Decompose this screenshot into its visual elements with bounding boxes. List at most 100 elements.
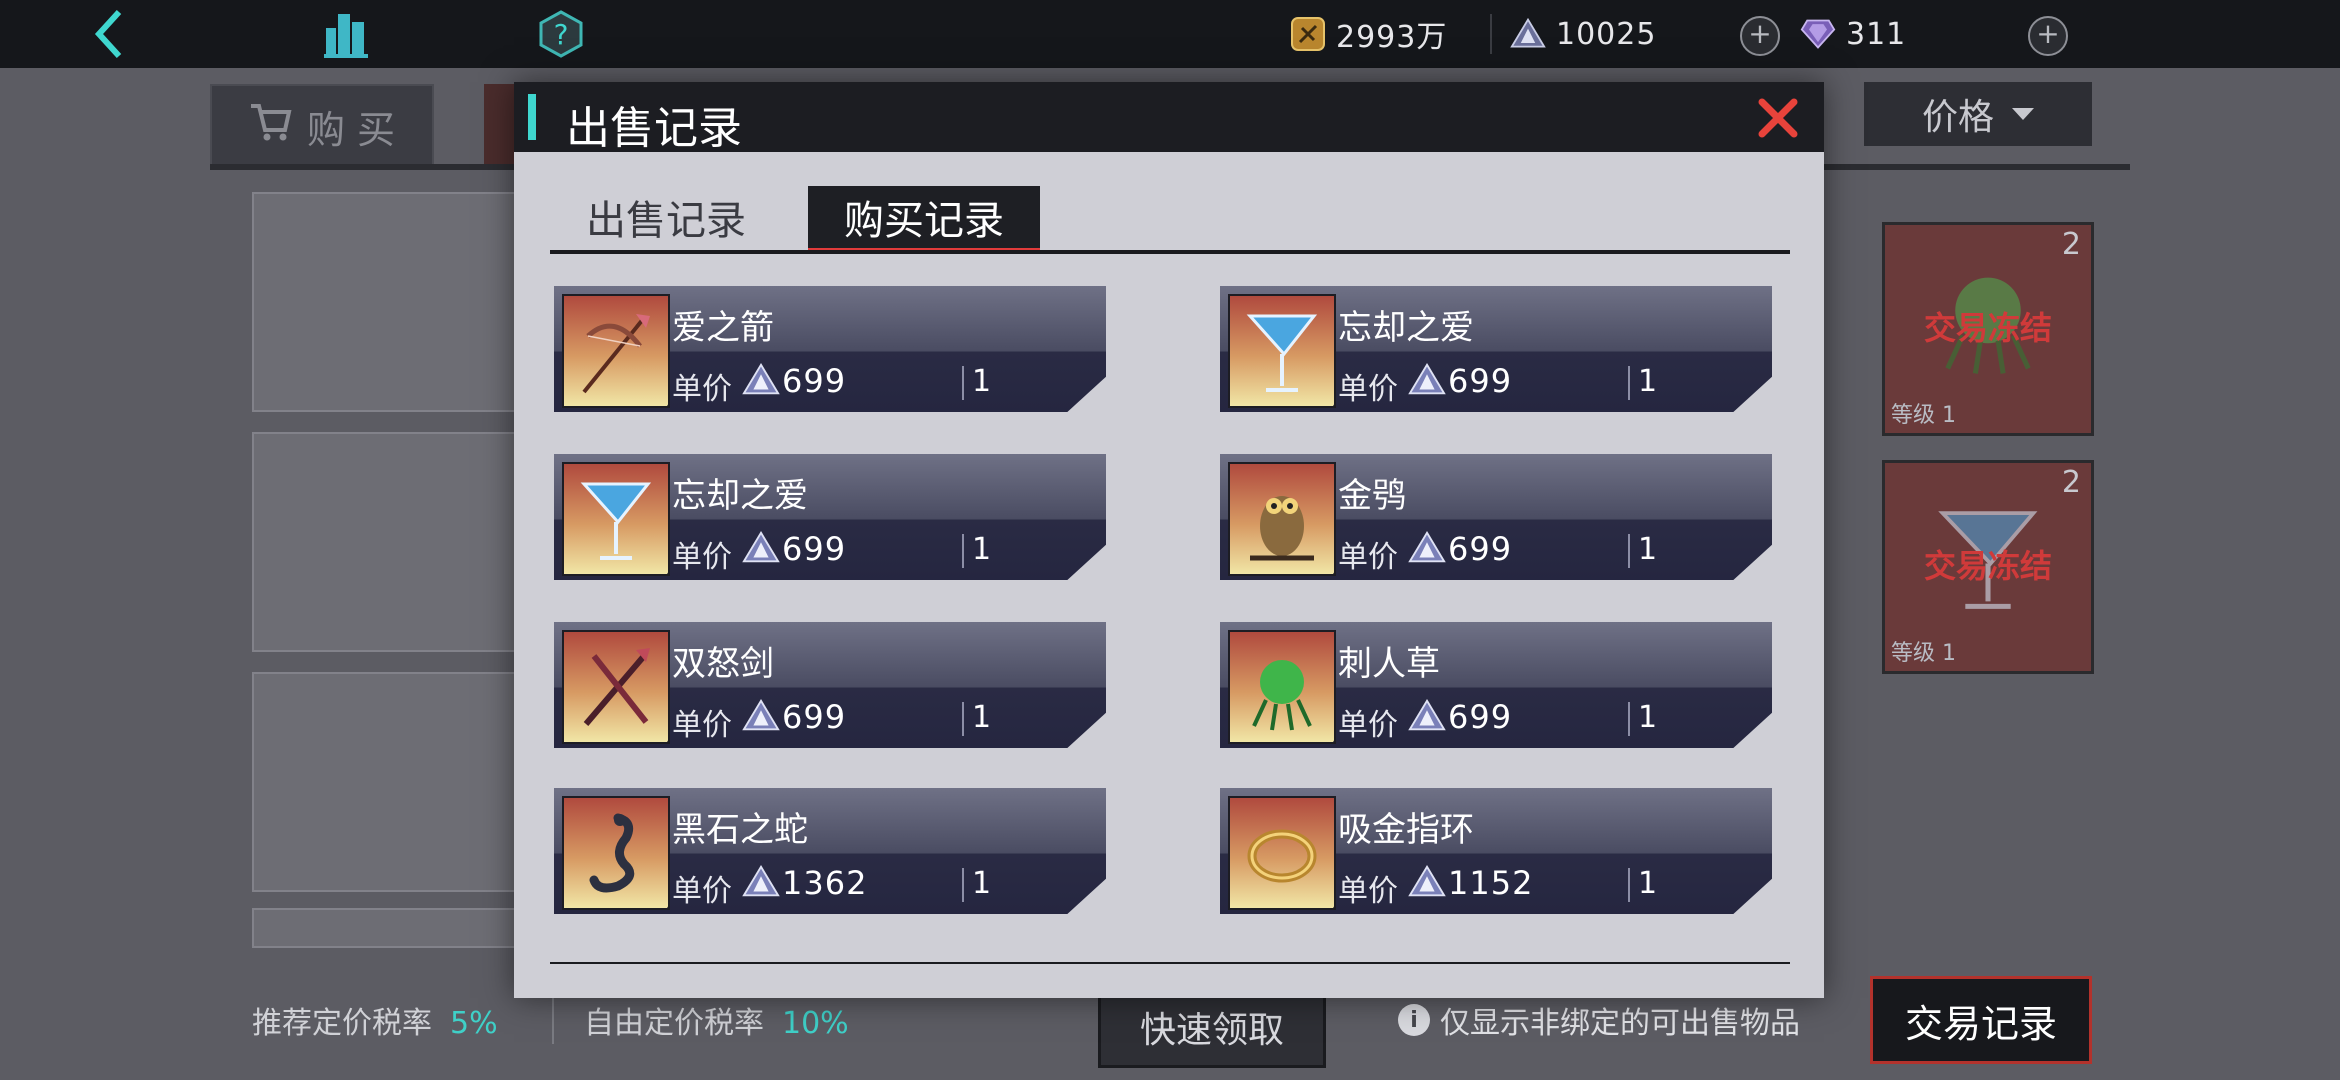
buy-tab-label: 购 买: [306, 107, 396, 152]
unit-price-label: 单价: [1338, 372, 1398, 407]
trade-records-label: 交易记录: [1904, 1001, 2057, 1046]
divider: [1490, 14, 1492, 54]
record-card[interactable]: 金鸮 单价 699 1: [1220, 454, 1772, 580]
item-price: 699: [1448, 698, 1513, 736]
recommended-tax-label: 推荐定价税率: [252, 1006, 432, 1041]
free-tax: 自由定价税率 10%: [584, 998, 849, 1042]
item-thumbnail: [562, 294, 670, 408]
record-card[interactable]: 忘却之爱 单价 699 1: [1220, 286, 1772, 412]
coin-amount: 2993万: [1336, 20, 1448, 55]
item-name: 黑石之蛇: [672, 810, 808, 850]
divider: [1628, 366, 1630, 400]
item-price: 699: [782, 530, 847, 568]
info-icon: i: [1398, 1004, 1430, 1036]
recommended-tax-value: 5%: [450, 1006, 498, 1041]
list-bottom-divider: [550, 962, 1790, 964]
free-tax-label: 自由定价税率: [584, 1006, 764, 1041]
tab-purchase-records-label: 购买记录: [844, 198, 1004, 244]
token-icon: [1408, 362, 1446, 395]
cocktail-glass-icon: [580, 482, 652, 560]
token-amount: 10025: [1556, 16, 1657, 52]
item-slot[interactable]: [252, 672, 526, 892]
unit-price-label: 单价: [1338, 708, 1398, 743]
token-icon: [1408, 530, 1446, 563]
frozen-item-card[interactable]: 2 交易冻结 等级 1: [1882, 222, 2094, 436]
item-thumbnail: [1228, 630, 1336, 744]
item-price: 699: [782, 698, 847, 736]
divider: [1628, 868, 1630, 902]
item-name: 金鸮: [1338, 476, 1406, 516]
free-tax-value: 10%: [782, 1006, 849, 1041]
owl-icon: [1250, 496, 1314, 561]
back-arrow-icon[interactable]: [86, 0, 136, 68]
item-thumbnail: [1228, 462, 1336, 576]
item-slot[interactable]: [252, 432, 526, 652]
item-thumbnail: [1228, 294, 1336, 408]
token-icon: [1408, 864, 1446, 897]
quick-claim-button[interactable]: 快速领取: [1098, 986, 1326, 1068]
sale-records-dialog: 出售记录 出售记录 购买记录 爱之箭 单价 699 1 忘却之爱 单价 699 …: [514, 82, 1824, 998]
item-quantity: 1: [1638, 364, 1658, 399]
item-thumbnail: [1228, 796, 1336, 910]
add-diamonds-button[interactable]: +: [2028, 16, 2068, 56]
item-price: 1152: [1448, 864, 1534, 902]
level-label: 等级 1: [1891, 403, 1956, 428]
divider: [1628, 534, 1630, 568]
record-card[interactable]: 忘却之爱 单价 699 1: [554, 454, 1106, 580]
quick-claim-label: 快速领取: [1139, 1010, 1284, 1051]
record-card[interactable]: 黑石之蛇 单价 1362 1: [554, 788, 1106, 914]
item-slot[interactable]: [252, 192, 526, 412]
record-card[interactable]: 双怒剑 单价 699 1: [554, 622, 1106, 748]
divider: [962, 868, 964, 902]
unit-price-label: 单价: [672, 372, 732, 407]
help-icon[interactable]: ?: [536, 0, 586, 68]
item-quantity: 1: [972, 532, 992, 567]
record-card[interactable]: 吸金指环 单价 1152 1: [1220, 788, 1772, 914]
cart-icon: [249, 102, 293, 151]
diamond-amount: 311: [1846, 16, 1907, 52]
item-price: 699: [1448, 362, 1513, 400]
coin-icon: [1290, 16, 1326, 52]
snake-icon: [589, 813, 635, 893]
item-name: 双怒剑: [672, 644, 774, 684]
city-icon[interactable]: [318, 0, 374, 68]
add-tokens-button[interactable]: +: [1740, 16, 1780, 56]
price-sort-label: 价格: [1921, 97, 1994, 138]
cocktail-glass-icon: [1246, 314, 1318, 392]
ring-icon: [1247, 829, 1317, 883]
item-thumbnail: [562, 462, 670, 576]
item-name: 刺人草: [1338, 644, 1440, 684]
bow-arrow-icon: [582, 314, 650, 394]
buy-tab[interactable]: 购 买: [210, 84, 434, 168]
diamond-icon: [1800, 16, 1836, 52]
token-icon: [742, 362, 780, 395]
info-note: i 仅显示非绑定的可出售物品: [1398, 998, 1800, 1042]
spiky-plant-icon: [1252, 660, 1312, 731]
unit-price-label: 单价: [672, 874, 732, 909]
dialog-header: 出售记录: [514, 82, 1824, 154]
record-card[interactable]: 爱之箭 单价 699 1: [554, 286, 1106, 412]
diamond-balance: 311: [1800, 10, 1906, 58]
token-icon: [742, 530, 780, 563]
level-label: 等级 1: [1891, 641, 1956, 666]
token-balance: 10025: [1510, 10, 1656, 58]
tab-purchase-records[interactable]: 购买记录: [808, 186, 1040, 254]
close-button[interactable]: [1754, 94, 1802, 142]
price-sort-button[interactable]: 价格: [1864, 82, 2092, 146]
token-icon: [742, 864, 780, 897]
item-price: 699: [782, 362, 847, 400]
close-icon: [1758, 98, 1798, 138]
card-count: 2: [2061, 465, 2081, 500]
frozen-item-card[interactable]: 2 交易冻结 等级 1: [1882, 460, 2094, 674]
divider: [1628, 702, 1630, 736]
record-card[interactable]: 刺人草 单价 699 1: [1220, 622, 1772, 748]
top-bar: ? 2993万 10025 + 311 +: [0, 0, 2340, 68]
trade-records-button[interactable]: 交易记录: [1870, 976, 2092, 1064]
item-quantity: 1: [972, 700, 992, 735]
item-slot[interactable]: [252, 908, 526, 948]
item-price: 699: [1448, 530, 1513, 568]
info-text: 仅显示非绑定的可出售物品: [1440, 1006, 1800, 1041]
tab-sale-records[interactable]: 出售记录: [550, 186, 782, 248]
item-name: 忘却之爱: [672, 476, 808, 516]
recommended-tax: 推荐定价税率 5%: [252, 998, 498, 1042]
